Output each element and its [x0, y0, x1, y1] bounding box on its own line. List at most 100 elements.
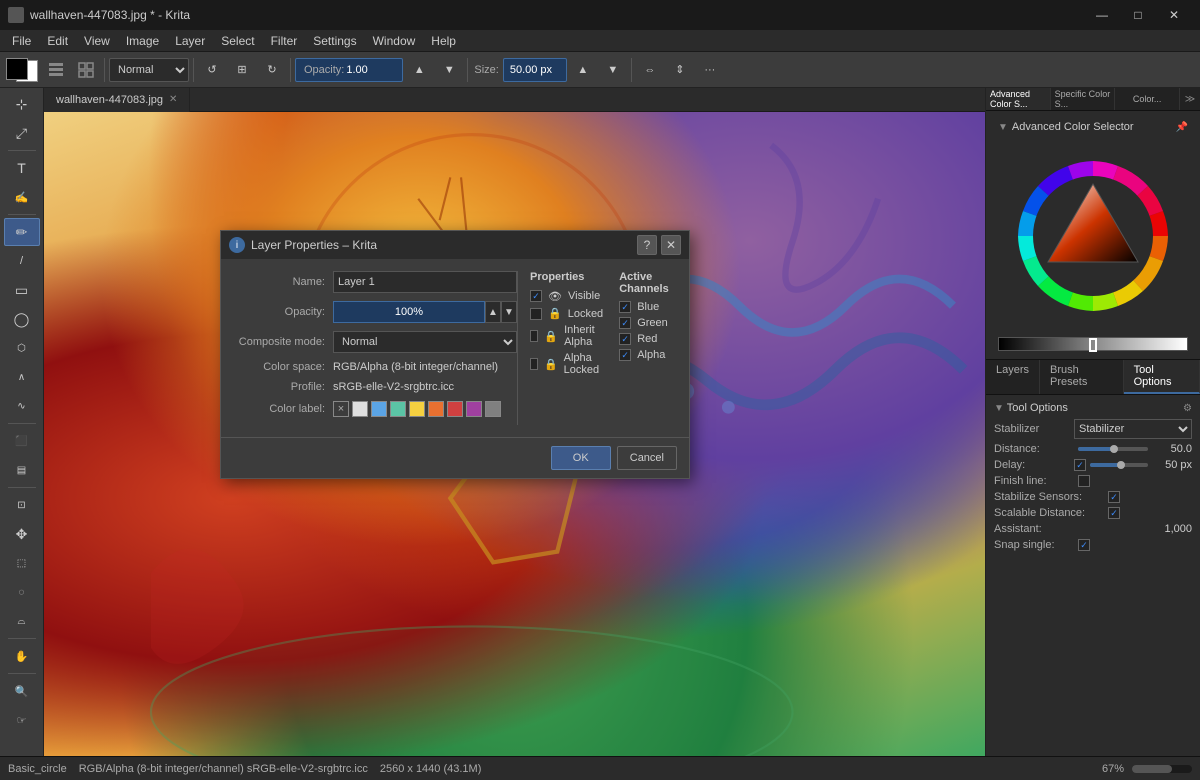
- canvas-tab-close[interactable]: ✕: [169, 94, 177, 105]
- more-options-button[interactable]: ···: [696, 56, 724, 84]
- size-up[interactable]: ▲: [569, 56, 597, 84]
- opacity-input[interactable]: [346, 64, 396, 76]
- swatch-purple[interactable]: [466, 401, 482, 417]
- tool-rectangle[interactable]: ▭: [4, 276, 40, 304]
- dialog-controls[interactable]: ? ✕: [637, 235, 681, 255]
- title-bar-controls[interactable]: — □ ✕: [1084, 0, 1192, 30]
- menu-help[interactable]: Help: [423, 32, 464, 50]
- menu-edit[interactable]: Edit: [39, 32, 76, 50]
- panel-options-btn[interactable]: ≫: [1180, 88, 1200, 110]
- menu-layer[interactable]: Layer: [167, 32, 213, 50]
- locked-checkbox[interactable]: [530, 308, 542, 320]
- swatch-teal[interactable]: [390, 401, 406, 417]
- panel-expand-icon[interactable]: ▼: [998, 122, 1008, 133]
- delay-slider-thumb[interactable]: [1117, 461, 1125, 469]
- ok-button[interactable]: OK: [551, 446, 611, 470]
- tool-polyline[interactable]: ∧: [4, 363, 40, 391]
- tool-move[interactable]: ✥: [4, 520, 40, 548]
- tool-text[interactable]: T: [4, 154, 40, 182]
- distance-slider-thumb[interactable]: [1110, 445, 1118, 453]
- tab-color[interactable]: Color...: [1115, 88, 1180, 110]
- tool-gradient[interactable]: ▤: [4, 456, 40, 484]
- tool-zoom[interactable]: 🔍: [4, 677, 40, 705]
- tool-crop[interactable]: ⊡: [4, 491, 40, 519]
- swatch-none[interactable]: ×: [333, 401, 349, 417]
- opacity-spin-input[interactable]: [333, 301, 485, 323]
- alpha-channel-checkbox[interactable]: [619, 349, 631, 361]
- stabilize-sensors-checkbox[interactable]: [1108, 491, 1120, 503]
- snap-single-checkbox[interactable]: [1078, 539, 1090, 551]
- green-channel-checkbox[interactable]: [619, 317, 631, 329]
- name-input[interactable]: [333, 271, 517, 293]
- scalable-distance-checkbox[interactable]: [1108, 507, 1120, 519]
- tool-line[interactable]: /: [4, 247, 40, 275]
- dialog-title-bar[interactable]: i Layer Properties – Krita ? ✕: [221, 231, 689, 259]
- tool-polygon[interactable]: ⬡: [4, 334, 40, 362]
- color-swatches[interactable]: [4, 56, 40, 84]
- opacity-spin-down[interactable]: ▼: [501, 301, 517, 323]
- opacity-spin-up[interactable]: ▲: [485, 301, 501, 323]
- tab-layers[interactable]: Layers: [986, 360, 1040, 394]
- alpha-locked-checkbox[interactable]: [530, 358, 538, 370]
- wrap-button[interactable]: ⊞: [228, 56, 256, 84]
- tool-fill[interactable]: ⬛: [4, 427, 40, 455]
- reset-button[interactable]: ↺: [198, 56, 226, 84]
- grid-button[interactable]: [72, 56, 100, 84]
- value-slider-thumb[interactable]: [1089, 338, 1097, 352]
- swatch-red[interactable]: [447, 401, 463, 417]
- size-down[interactable]: ▼: [599, 56, 627, 84]
- opacity-down[interactable]: ▼: [435, 56, 463, 84]
- blue-channel-checkbox[interactable]: [619, 301, 631, 313]
- value-gradient-bar[interactable]: [998, 337, 1188, 351]
- color-wheel-container[interactable]: [998, 141, 1188, 331]
- foreground-color-swatch[interactable]: [6, 58, 28, 80]
- tool-pan[interactable]: ☞: [4, 706, 40, 734]
- tool-select-rect[interactable]: ⬚: [4, 549, 40, 577]
- tool-cursor[interactable]: ⊹: [4, 90, 40, 118]
- swatch-yellow[interactable]: [409, 401, 425, 417]
- swatch-gray[interactable]: [485, 401, 501, 417]
- mirror-v-button[interactable]: ⇕: [666, 56, 694, 84]
- menu-file[interactable]: File: [4, 32, 39, 50]
- close-button[interactable]: ✕: [1156, 0, 1192, 30]
- delay-slider[interactable]: [1090, 463, 1148, 467]
- brush-presets-button[interactable]: [42, 56, 70, 84]
- stabilizer-select[interactable]: Stabilizer: [1074, 419, 1192, 439]
- inherit-alpha-checkbox[interactable]: [530, 330, 538, 342]
- tool-ellipse[interactable]: ◯: [4, 305, 40, 333]
- tool-transform[interactable]: ⤢: [4, 119, 40, 147]
- tab-advanced-color[interactable]: Advanced Color S...: [986, 88, 1051, 110]
- expand-arrow[interactable]: ▼: [994, 403, 1004, 414]
- dialog-help-btn[interactable]: ?: [637, 235, 657, 255]
- menu-image[interactable]: Image: [118, 32, 167, 50]
- delay-checkbox[interactable]: [1074, 459, 1086, 471]
- layer-properties-dialog[interactable]: i Layer Properties – Krita ? ✕ Name: Opa…: [220, 230, 690, 479]
- tool-select-freehand[interactable]: ⌓: [4, 607, 40, 635]
- tab-tool-options[interactable]: Tool Options: [1124, 360, 1200, 394]
- tool-select-ellipse[interactable]: ◌: [4, 578, 40, 606]
- canvas-tab-main[interactable]: wallhaven-447083.jpg ✕: [44, 88, 190, 112]
- maximize-button[interactable]: □: [1120, 0, 1156, 30]
- tool-calligraphy[interactable]: ✍: [4, 183, 40, 211]
- panel-pin-icon[interactable]: 📌: [1176, 122, 1188, 133]
- composite-select[interactable]: Normal: [333, 331, 517, 353]
- menu-filter[interactable]: Filter: [263, 32, 306, 50]
- tool-bezier[interactable]: ∿: [4, 392, 40, 420]
- color-wheel-svg[interactable]: [998, 141, 1188, 331]
- swatch-blue[interactable]: [371, 401, 387, 417]
- swatch-white[interactable]: [352, 401, 368, 417]
- menu-select[interactable]: Select: [213, 32, 262, 50]
- tool-brush[interactable]: ✏: [4, 218, 40, 246]
- mirror-h-button[interactable]: ⇔: [636, 56, 664, 84]
- dialog-close-btn[interactable]: ✕: [661, 235, 681, 255]
- visible-checkbox[interactable]: [530, 290, 542, 302]
- red-channel-checkbox[interactable]: [619, 333, 631, 345]
- smooth-button[interactable]: ↻: [258, 56, 286, 84]
- menu-window[interactable]: Window: [365, 32, 424, 50]
- distance-slider[interactable]: [1078, 447, 1148, 451]
- opacity-up[interactable]: ▲: [405, 56, 433, 84]
- tab-brush-presets[interactable]: Brush Presets: [1040, 360, 1124, 394]
- menu-settings[interactable]: Settings: [305, 32, 364, 50]
- zoom-slider[interactable]: [1132, 765, 1192, 773]
- cancel-button[interactable]: Cancel: [617, 446, 677, 470]
